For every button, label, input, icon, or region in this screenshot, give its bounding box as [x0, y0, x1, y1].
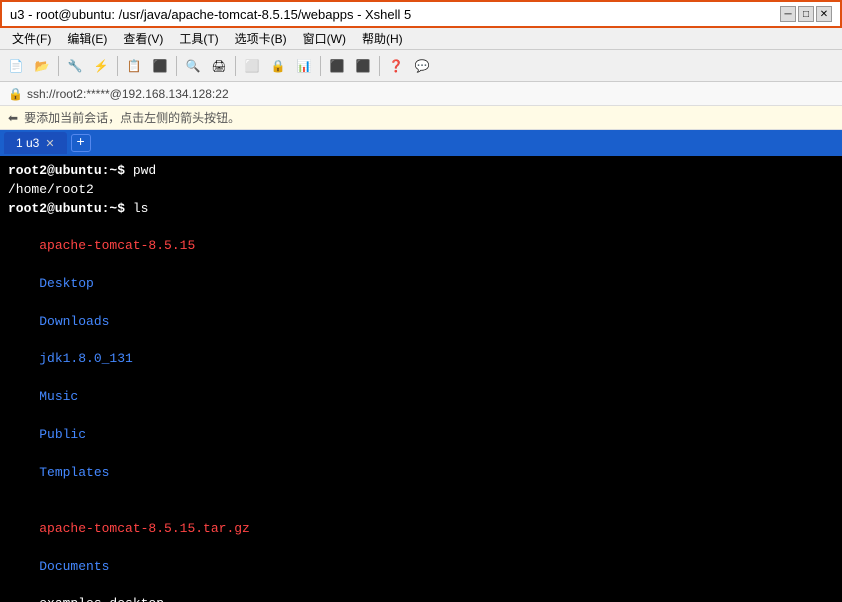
menu-tabs[interactable]: 选项卡(B) — [227, 28, 295, 49]
address-text: ssh://root2:*****@192.168.134.128:22 — [27, 87, 229, 101]
menu-tools[interactable]: 工具(T) — [171, 28, 226, 49]
info-bar: ⬅ 要添加当前会话，点击左侧的箭头按钮。 — [0, 106, 842, 130]
menu-window[interactable]: 窗口(W) — [295, 28, 354, 49]
toolbar-btn-5[interactable]: ⬜ — [240, 54, 264, 78]
toolbar-btn-8[interactable]: ⬛ — [325, 54, 349, 78]
maximize-button[interactable]: □ — [798, 6, 814, 22]
line-ls-cmd: root2@ubuntu:~$ ls — [8, 200, 834, 219]
menu-file[interactable]: 文件(F) — [4, 28, 59, 49]
arrow-icon: ⬅ — [8, 111, 18, 125]
lock-icon: 🔒 — [8, 87, 23, 101]
open-button[interactable]: 📂 — [30, 54, 54, 78]
menu-edit[interactable]: 编辑(E) — [59, 28, 115, 49]
line-pwd-cmd: root2@ubuntu:~$ pwd — [8, 162, 834, 181]
toolbar-separator-3 — [176, 56, 177, 76]
menu-help[interactable]: 帮助(H) — [354, 28, 411, 49]
tab-u3[interactable]: 1 u3 ✕ — [4, 132, 67, 154]
quick-connect-button[interactable]: ⚡ — [89, 54, 113, 78]
toolbar-btn-4[interactable]: ⬛ — [148, 54, 172, 78]
toolbar-separator-1 — [58, 56, 59, 76]
zoom-button[interactable]: 🔍 — [181, 54, 205, 78]
toolbar-btn-9[interactable]: ⬛ — [351, 54, 375, 78]
toolbar-btn-3[interactable]: 📋 — [122, 54, 146, 78]
menu-bar: 文件(F) 编辑(E) 查看(V) 工具(T) 选项卡(B) 窗口(W) 帮助(… — [0, 28, 842, 50]
toolbar: 📄 📂 🔧 ⚡ 📋 ⬛ 🔍 🖨 ⬜ 🔒 📊 ⬛ ⬛ ❓ 💬 — [0, 50, 842, 82]
tab-label: 1 u3 — [16, 136, 39, 150]
toolbar-btn-7[interactable]: 📊 — [292, 54, 316, 78]
annotation-text: 把ROOT.war移动到Tomcatwebapps下 — [554, 535, 782, 554]
chat-button[interactable]: 💬 — [410, 54, 434, 78]
tab-bar: 1 u3 ✕ + — [0, 130, 842, 156]
toolbar-separator-6 — [379, 56, 380, 76]
info-text: 要添加当前会话，点击左侧的箭头按钮。 — [24, 109, 240, 126]
add-tab-button[interactable]: + — [71, 134, 91, 152]
new-session-button[interactable]: 📄 — [4, 54, 28, 78]
toolbar-btn-6[interactable]: 🔒 — [266, 54, 290, 78]
tab-close-icon[interactable]: ✕ — [45, 137, 54, 150]
window-title: u3 - root@ubuntu: /usr/java/apache-tomca… — [10, 7, 780, 22]
close-button[interactable]: ✕ — [816, 6, 832, 22]
line-pwd-out: /home/root2 — [8, 181, 834, 200]
minimize-button[interactable]: ─ — [780, 6, 796, 22]
toolbar-separator-5 — [320, 56, 321, 76]
line-ls1: apache-tomcat-8.5.15 Desktop Downloads j… — [8, 219, 834, 502]
terminal[interactable]: root2@ubuntu:~$ pwd /home/root2 root2@ub… — [0, 156, 842, 602]
address-bar: 🔒 ssh://root2:*****@192.168.134.128:22 — [0, 82, 842, 106]
help-button[interactable]: ❓ — [384, 54, 408, 78]
menu-view[interactable]: 查看(V) — [115, 28, 171, 49]
properties-button[interactable]: 🔧 — [63, 54, 87, 78]
print-button[interactable]: 🖨 — [207, 54, 231, 78]
title-bar: u3 - root@ubuntu: /usr/java/apache-tomca… — [0, 0, 842, 28]
toolbar-separator-2 — [117, 56, 118, 76]
toolbar-separator-4 — [235, 56, 236, 76]
window-buttons[interactable]: ─ □ ✕ — [780, 6, 832, 22]
